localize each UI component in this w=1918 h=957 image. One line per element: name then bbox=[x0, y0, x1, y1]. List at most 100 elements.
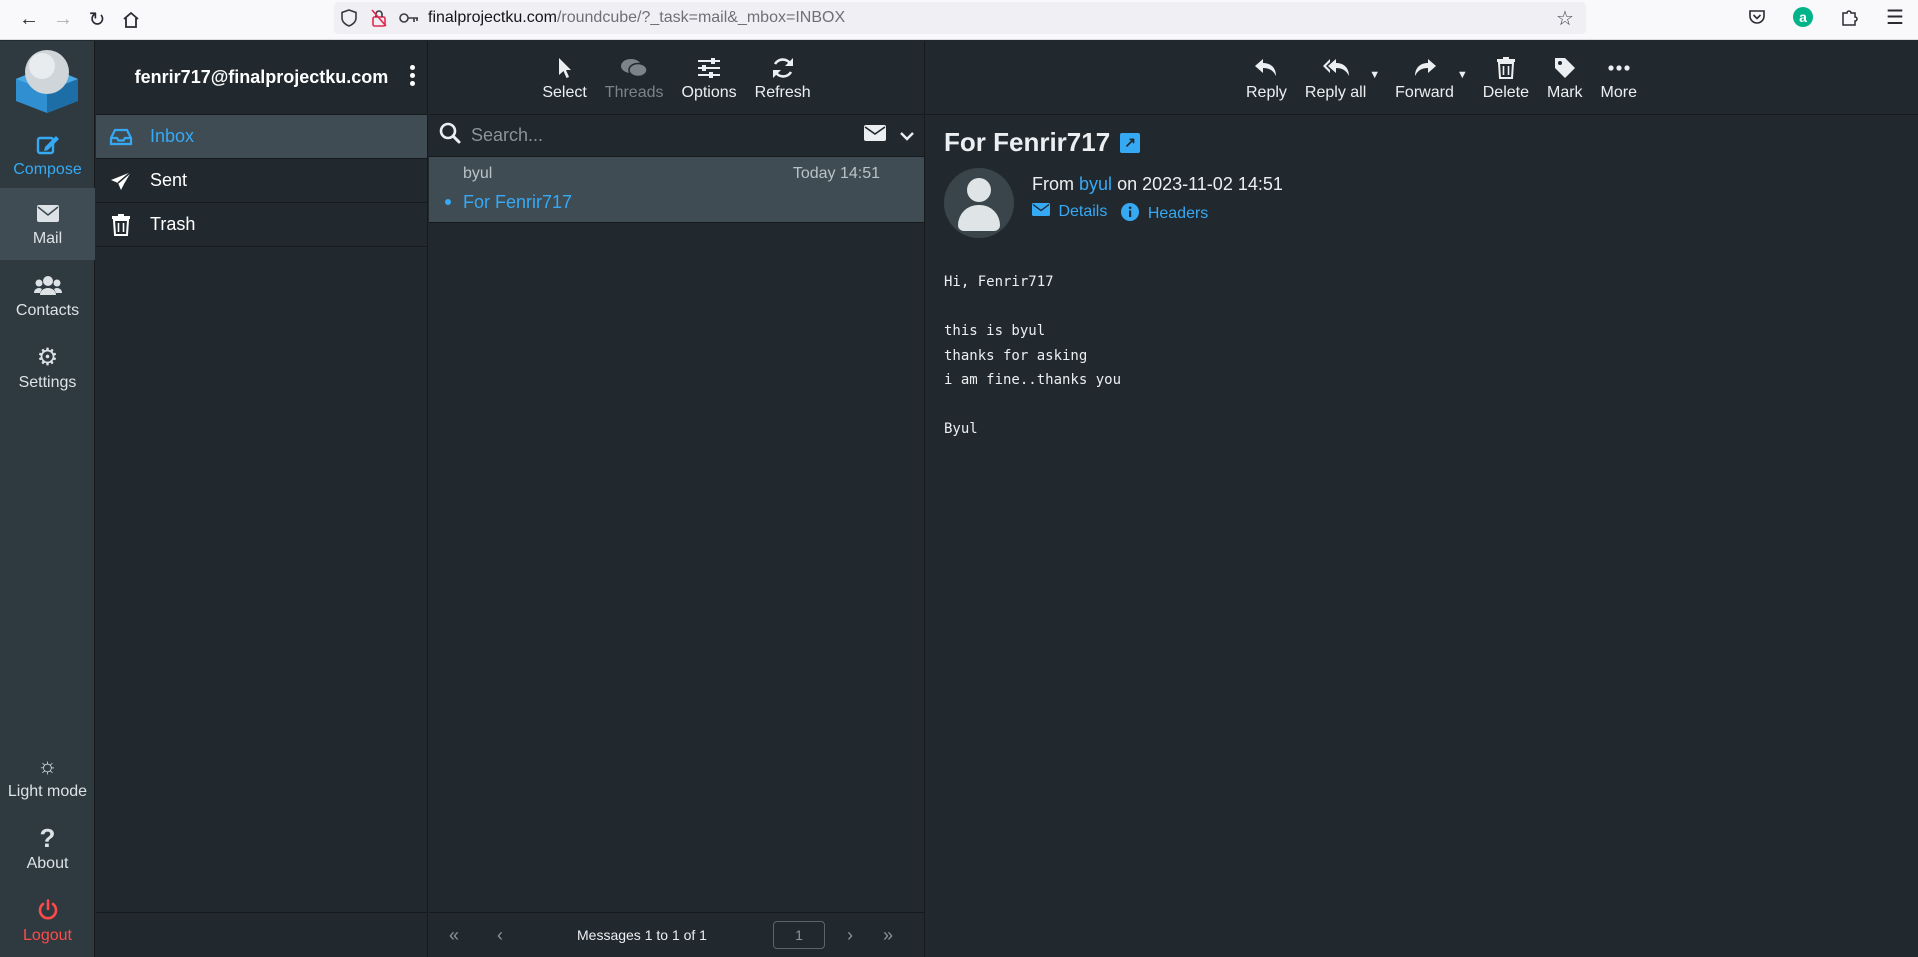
kebab-menu-icon[interactable] bbox=[407, 65, 417, 86]
reply-all-icon bbox=[1322, 54, 1350, 82]
search-input[interactable] bbox=[471, 125, 864, 146]
url-bar[interactable]: finalprojectku.com/roundcube/?_task=mail… bbox=[334, 2, 1586, 34]
back-arrow-icon[interactable]: ← bbox=[12, 3, 46, 37]
page-number-input[interactable]: 1 bbox=[772, 921, 825, 949]
trash-icon bbox=[1496, 54, 1515, 82]
nav-light-mode[interactable]: ☼ Light mode bbox=[0, 741, 95, 813]
delete-button[interactable]: Delete bbox=[1474, 54, 1538, 102]
select-label: Select bbox=[542, 83, 587, 101]
info-icon bbox=[1121, 203, 1143, 222]
last-page-icon[interactable]: » bbox=[871, 925, 905, 946]
account-header: fenrir717@finalprojectku.com bbox=[96, 41, 427, 115]
bookmark-star-icon[interactable]: ☆ bbox=[1550, 3, 1580, 33]
question-icon: ? bbox=[39, 822, 56, 853]
folder-trash[interactable]: Trash bbox=[96, 203, 427, 247]
cursor-pointer-icon bbox=[557, 54, 573, 82]
mark-button[interactable]: Mark bbox=[1538, 54, 1592, 102]
trash-icon bbox=[108, 213, 134, 236]
delete-label: Delete bbox=[1482, 83, 1529, 101]
reply-all-button[interactable]: Reply all bbox=[1296, 54, 1375, 102]
external-link-icon[interactable]: ↗ bbox=[1120, 132, 1141, 153]
reply-all-dropdown-icon[interactable]: ▼ bbox=[1369, 69, 1380, 81]
hamburger-menu-icon[interactable]: ☰ bbox=[1872, 0, 1918, 34]
chevron-down-icon[interactable] bbox=[900, 128, 914, 144]
envelope-icon bbox=[36, 200, 59, 226]
first-page-icon[interactable]: « bbox=[437, 925, 471, 946]
message-from: byul bbox=[463, 165, 493, 182]
threads-button[interactable]: Threads bbox=[598, 54, 671, 102]
nav-contacts[interactable]: Contacts bbox=[0, 260, 95, 332]
reply-button[interactable]: Reply bbox=[1237, 54, 1296, 102]
threads-label: Threads bbox=[604, 83, 664, 101]
options-label: Options bbox=[681, 83, 737, 101]
key-icon[interactable] bbox=[394, 3, 424, 33]
nav-settings[interactable]: ⚙ Settings bbox=[0, 332, 95, 404]
select-button[interactable]: Select bbox=[535, 54, 593, 102]
prev-page-icon[interactable]: ‹ bbox=[483, 925, 517, 946]
folder-sent[interactable]: Sent bbox=[96, 159, 427, 203]
folder-footer bbox=[96, 912, 428, 957]
search-bar bbox=[429, 115, 924, 157]
more-button[interactable]: More bbox=[1592, 54, 1646, 102]
nav-mail-label: Mail bbox=[32, 230, 63, 247]
forward-icon bbox=[1413, 54, 1437, 82]
forward-button[interactable]: Forward bbox=[1386, 54, 1463, 102]
unread-dot-icon bbox=[445, 199, 451, 205]
extension-a-icon[interactable]: a bbox=[1780, 0, 1826, 34]
message-title-text: For Fenrir717 bbox=[944, 127, 1111, 157]
forward-arrow-icon[interactable]: → bbox=[46, 3, 80, 37]
details-link[interactable]: Details bbox=[1032, 203, 1107, 223]
sender-link[interactable]: byul bbox=[1079, 174, 1112, 194]
home-icon[interactable] bbox=[114, 3, 148, 37]
users-icon bbox=[33, 272, 62, 298]
roundcube-logo[interactable] bbox=[12, 46, 82, 114]
message-view-panel: Reply Reply all ▼ Forward ▼ Delete Mark … bbox=[926, 41, 1918, 957]
mark-label: Mark bbox=[1546, 83, 1583, 101]
gear-icon: ⚙ bbox=[36, 343, 59, 371]
message-list-item[interactable]: byul Today 14:51 For Fenrir717 bbox=[429, 157, 924, 223]
search-icon[interactable] bbox=[439, 122, 465, 150]
tag-icon bbox=[1554, 54, 1576, 82]
message-list-panel: Select Threads Options Refresh Search...… bbox=[429, 41, 925, 957]
sun-icon: ☼ bbox=[37, 753, 58, 778]
refresh-icon bbox=[771, 54, 795, 82]
folder-label: Inbox bbox=[150, 126, 195, 146]
folder-label: Sent bbox=[150, 170, 188, 190]
list-toolbar: Select Threads Options Refresh bbox=[429, 41, 924, 115]
comments-icon bbox=[621, 54, 648, 82]
avatar bbox=[944, 168, 1014, 238]
reply-icon bbox=[1254, 54, 1278, 82]
nav-about-label: About bbox=[26, 855, 69, 872]
headers-link[interactable]: Headers bbox=[1121, 203, 1208, 223]
envelope-filter-icon[interactable] bbox=[864, 125, 886, 146]
list-footer: « ‹ Messages 1 to 1 of 1 1 › » bbox=[429, 912, 925, 957]
options-button[interactable]: Options bbox=[675, 54, 744, 102]
folder-inbox[interactable]: Inbox bbox=[96, 115, 427, 159]
forward-dropdown-icon[interactable]: ▼ bbox=[1457, 69, 1468, 81]
inbox-icon bbox=[108, 128, 134, 146]
page-count-text: Messages 1 to 1 of 1 bbox=[577, 927, 707, 943]
nav-mail[interactable]: Mail bbox=[0, 188, 95, 260]
extensions-puzzle-icon[interactable] bbox=[1826, 0, 1872, 34]
sliders-icon bbox=[697, 54, 721, 82]
pen-square-icon bbox=[36, 131, 60, 157]
message-subject: For Fenrir717 bbox=[463, 192, 573, 212]
nav-contacts-label: Contacts bbox=[15, 302, 80, 319]
reload-icon[interactable]: ↻ bbox=[80, 3, 114, 37]
message-body: Hi, Fenrir717 this is byul thanks for as… bbox=[944, 274, 1122, 437]
paper-plane-icon bbox=[108, 170, 134, 191]
refresh-button[interactable]: Refresh bbox=[748, 54, 818, 102]
more-label: More bbox=[1600, 83, 1637, 101]
nav-logout[interactable]: Logout bbox=[0, 885, 95, 957]
nav-compose[interactable]: Compose bbox=[0, 119, 95, 191]
message-header: For Fenrir717 ↗ From byul on 2023-11-02 … bbox=[926, 115, 1918, 250]
next-page-icon[interactable]: › bbox=[833, 925, 867, 946]
url-host: finalprojectku.com bbox=[428, 9, 557, 26]
message-date: Today 14:51 bbox=[792, 165, 880, 182]
nav-about[interactable]: ? About bbox=[0, 813, 95, 885]
insecure-lock-icon[interactable] bbox=[364, 3, 394, 33]
refresh-label: Refresh bbox=[754, 83, 811, 101]
pocket-icon[interactable] bbox=[1734, 0, 1780, 34]
url-text: finalprojectku.com/roundcube/?_task=mail… bbox=[428, 9, 845, 27]
shield-icon[interactable] bbox=[334, 3, 364, 33]
